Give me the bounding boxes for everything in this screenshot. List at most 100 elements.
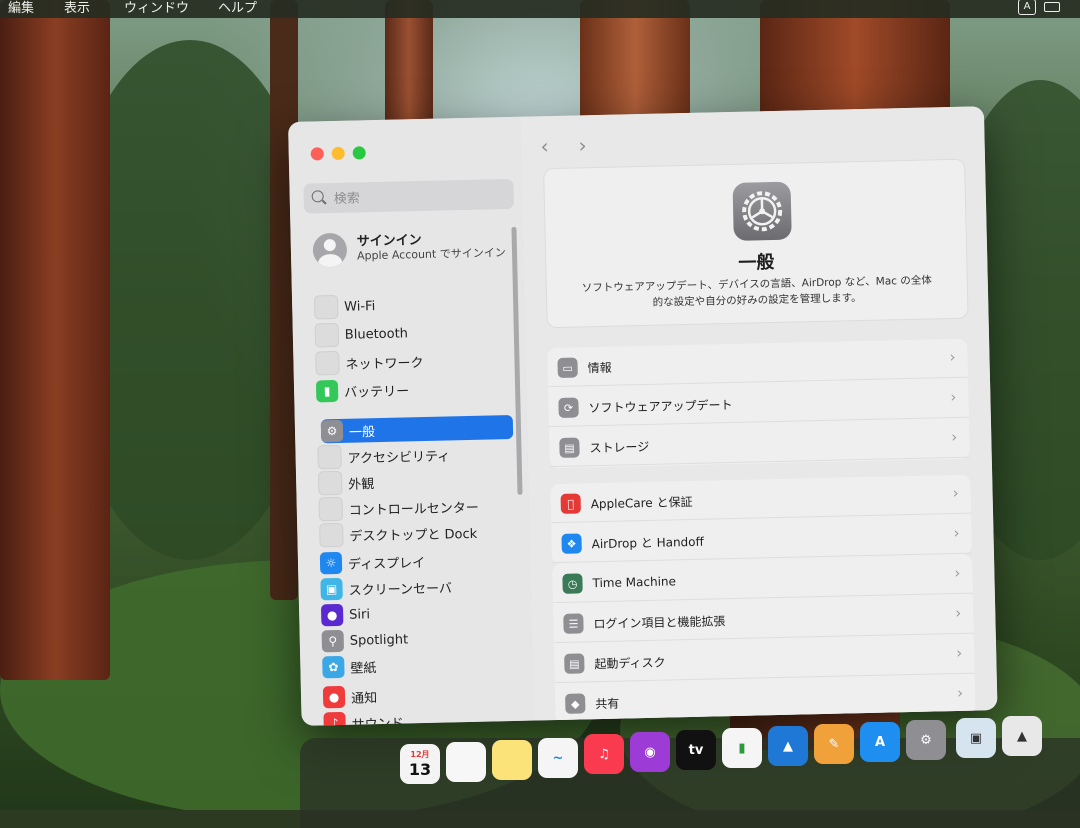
dock-tv-icon[interactable]: tv (676, 730, 716, 770)
settings-row-label: AirDrop と Handoff (591, 532, 704, 552)
search-input[interactable] (331, 182, 506, 212)
dock-utility-icon[interactable]: ▲ (1002, 716, 1042, 756)
sidebar-item-9[interactable]: ☼ ディスプレイ (320, 547, 516, 575)
menu-help[interactable]: ヘルプ (218, 0, 257, 16)
dock-reminders-icon[interactable] (446, 742, 486, 782)
apple-icon:  (561, 493, 581, 513)
chevron-right-icon: › (955, 604, 961, 622)
time-machine-icon: ◷ (562, 573, 582, 593)
menu-view[interactable]: 表示 (64, 0, 90, 16)
sidebar-item-4[interactable]: ⚙ 一般 (321, 415, 513, 443)
spotlight-icon: ⚲ (322, 630, 344, 652)
dock-music-icon[interactable]: ♫ (584, 734, 624, 774)
back-arrow-icon[interactable]: ‹ (540, 134, 549, 158)
minimize-window-button[interactable] (332, 147, 345, 160)
sidebar-item-label: ネットワーク (345, 351, 423, 372)
menu-window[interactable]: ウィンドウ (124, 0, 189, 16)
apple-account-signin[interactable]: サインイン Apple Account でサインイン (313, 229, 514, 284)
dock-system-settings-icon[interactable]: ⚙ (906, 720, 946, 760)
account-subtitle: Apple Account でサインイン (357, 245, 509, 263)
chevron-right-icon: › (952, 484, 958, 502)
login-items-icon: ☰ (563, 613, 583, 633)
battery-status-icon[interactable] (1044, 2, 1060, 12)
chevron-right-icon: › (949, 348, 955, 366)
forward-arrow-icon[interactable]: › (578, 133, 587, 157)
sidebar-item-6[interactable]: 外観 (318, 467, 514, 495)
sidebar-item-label: Bluetooth (345, 326, 408, 342)
desktop-dock-icon (319, 523, 344, 548)
battery-icon: ▮ (316, 380, 338, 402)
chevron-right-icon: › (957, 684, 963, 702)
notifications-icon: ● (323, 686, 345, 708)
sidebar-item-label: バッテリー (344, 380, 409, 400)
dock-calendar-icon[interactable]: 12月 13 (400, 744, 440, 784)
dock-notes-icon[interactable] (492, 740, 532, 780)
sidebar-item-label: ディスプレイ (348, 552, 426, 573)
software-update-icon: ⟳ (558, 397, 578, 417)
dock-keynote-icon[interactable]: ▲ (768, 726, 808, 766)
chevron-right-icon: › (951, 428, 957, 446)
input-source-icon[interactable]: A (1018, 0, 1036, 15)
sidebar-item-label: Spotlight (350, 632, 409, 648)
sidebar-item-8[interactable]: デスクトップと Dock (319, 519, 515, 547)
sidebar-item-label: 壁紙 (350, 657, 376, 677)
tree-trunk (385, 0, 433, 130)
dock-preview-icon[interactable]: ▣ (956, 718, 996, 758)
sidebar-item-label: 一般 (349, 421, 375, 441)
chevron-right-icon: › (950, 388, 956, 406)
general-gear-icon (732, 182, 791, 241)
close-window-button[interactable] (311, 147, 324, 160)
bluetooth-icon (315, 323, 340, 348)
calendar-month: 12月 (410, 749, 429, 760)
settings-row-label: ソフトウェアアップデート (588, 395, 732, 415)
settings-row-label: AppleCare と保証 (591, 492, 693, 511)
sidebar-item-14[interactable]: ●通知 (323, 681, 519, 709)
settings-row-label: 起動ディスク (594, 653, 666, 672)
sidebar-item-12[interactable]: ⚲ Spotlight (322, 625, 518, 653)
siri-icon: ● (321, 604, 343, 626)
search-field[interactable] (303, 179, 514, 214)
sidebar-item-10[interactable]: ▣スクリーンセーバ (320, 573, 516, 601)
chevron-right-icon: › (956, 644, 962, 662)
system-settings-window: サインイン Apple Account でサインイン Wi-Fi Bluetoot… (288, 106, 998, 726)
info-laptop-icon: ▭ (557, 357, 577, 377)
sidebar-item-label: アクセシビリティ (347, 445, 450, 466)
airdrop-icon: ❖ (561, 533, 581, 553)
main-panel: ‹ › 一般 ソフトウェアアップデート、デバイスの言語、AirDrop など、M… (520, 106, 998, 720)
sidebar-item-5[interactable]: アクセシビリティ (317, 441, 513, 469)
avatar-icon (313, 233, 348, 268)
sidebar-item-3[interactable]: ▮ バッテリー (316, 375, 512, 403)
settings-row-label: 情報 (587, 358, 611, 376)
settings-row-label: ストレージ (589, 437, 649, 455)
menu-edit[interactable]: 編集 (8, 0, 34, 16)
display-icon: ☼ (320, 552, 342, 574)
sidebar-item-label: Wi-Fi (344, 299, 375, 315)
sidebar-item-7[interactable]: コントロールセンター (319, 493, 515, 521)
sidebar-item-0[interactable]: Wi-Fi (314, 291, 510, 319)
sidebar-item-2[interactable]: ネットワーク (315, 347, 511, 375)
page-description: ソフトウェアアップデート、デバイスの言語、AirDrop など、Mac の全体的… (577, 272, 938, 312)
settings-row-label: ログイン項目と機能拡張 (593, 612, 725, 632)
dock-podcasts-icon[interactable]: ◉ (630, 732, 670, 772)
dock-app-store-icon[interactable]: A (860, 722, 900, 762)
sidebar-item-label: コントロールセンター (349, 496, 479, 518)
dock-freeform-icon[interactable]: ~ (538, 738, 578, 778)
sound-icon: ♪ (323, 712, 345, 726)
network-icon (315, 351, 340, 376)
appearance-icon (318, 471, 343, 496)
sidebar-item-13[interactable]: ✿壁紙 (322, 651, 518, 679)
zoom-window-button[interactable] (353, 146, 366, 159)
wifi-icon (314, 295, 339, 320)
tree-trunk (580, 0, 690, 125)
tv-label: tv (689, 743, 704, 758)
gear-icon: ⚙ (321, 420, 343, 442)
dock-pages-icon[interactable]: ✎ (814, 724, 854, 764)
general-header-card: 一般 ソフトウェアアップデート、デバイスの言語、AirDrop など、Mac の… (543, 159, 969, 329)
sidebar-item-1[interactable]: Bluetooth (315, 319, 511, 347)
tree-trunk (760, 0, 950, 120)
sidebar: サインイン Apple Account でサインイン Wi-Fi Bluetoot… (288, 117, 535, 726)
settings-row-label: 共有 (595, 694, 619, 712)
sidebar-item-11[interactable]: ●Siri (321, 599, 517, 627)
sidebar-item-label: スクリーンセーバ (348, 577, 452, 598)
dock-numbers-icon[interactable]: ▮ (722, 728, 762, 768)
